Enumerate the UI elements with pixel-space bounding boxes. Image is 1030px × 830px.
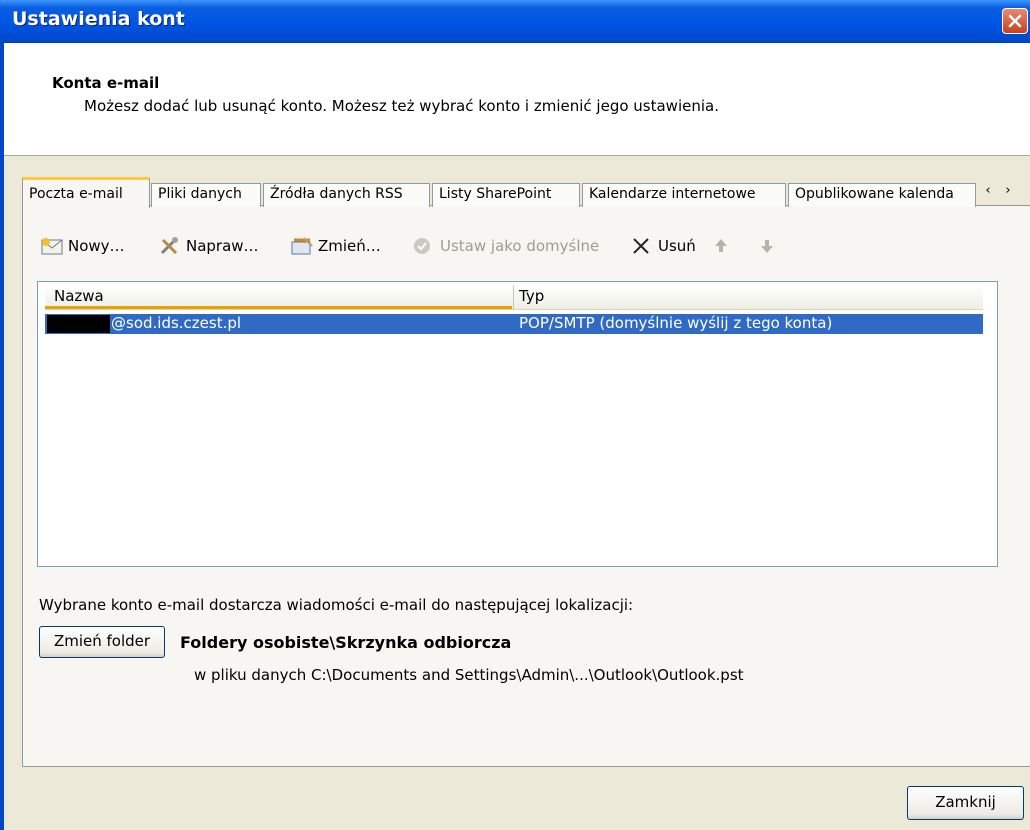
chevron-left-icon[interactable]: ‹	[978, 183, 998, 198]
tab-published-calendars[interactable]: Opublikowane kalenda	[788, 183, 976, 207]
tab-scroll-buttons: ‹ ›	[978, 183, 1024, 203]
tab-sharepoint-lists[interactable]: Listy SharePoint	[432, 183, 580, 207]
tab-rss-feeds[interactable]: Źródła danych RSS	[263, 183, 430, 207]
chevron-right-icon[interactable]: ›	[998, 183, 1018, 198]
change-account-icon	[291, 237, 313, 255]
column-header-name[interactable]: Nazwa	[45, 285, 512, 309]
header-panel: Konta e-mail Możesz dodać lub usunąć kon…	[4, 43, 1030, 156]
column-header-type[interactable]: Typ	[513, 285, 983, 309]
repair-label: Napraw…	[186, 237, 259, 255]
close-icon	[1008, 14, 1022, 28]
redacted-name	[47, 315, 110, 333]
window-title: Ustawienia kont	[12, 8, 185, 30]
close-button[interactable]: Zamknij	[907, 786, 1024, 820]
delivery-folder: Foldery osobiste\Skrzynka odbiorcza	[180, 633, 512, 652]
list-header: Nazwa Typ	[45, 285, 983, 310]
checkmark-icon	[414, 238, 430, 254]
tab-strip: Poczta e-mail Pliki danych Źródła danych…	[22, 177, 1030, 208]
new-label: Nowy…	[68, 237, 125, 255]
title-bar: Ustawienia kont	[0, 0, 1030, 43]
delivery-location-label: Wybrane konto e-mail dostarcza wiadomośc…	[39, 596, 634, 614]
set-default-label: Ustaw jako domyślne	[440, 237, 600, 255]
window-frame	[0, 42, 4, 830]
page-subtitle: Możesz dodać lub usunąć konto. Możesz te…	[84, 97, 719, 115]
change-button[interactable]: Zmień…	[290, 232, 402, 260]
move-up-button[interactable]	[712, 232, 734, 260]
delete-x-icon	[633, 238, 649, 254]
new-button[interactable]: Nowy…	[40, 232, 140, 260]
change-folder-button[interactable]: Zmień folder	[39, 626, 165, 658]
repair-button[interactable]: Napraw…	[158, 232, 276, 260]
account-type: POP/SMTP (domyślnie wyślij z tego konta)	[519, 314, 833, 332]
tab-internet-calendars[interactable]: Kalendarze internetowe	[582, 183, 786, 207]
arrow-down-icon	[761, 240, 773, 253]
set-default-button[interactable]: Ustaw jako domyślne	[412, 232, 622, 260]
account-list[interactable]: Nazwa Typ @sod.ids.czest.pl POP/SMTP (do…	[37, 281, 998, 567]
tab-data-files[interactable]: Pliki danych	[151, 183, 261, 207]
remove-button[interactable]: Usuń	[630, 232, 700, 260]
data-file-path: w pliku danych C:\Documents and Settings…	[194, 666, 744, 684]
table-row[interactable]: @sod.ids.czest.pl POP/SMTP (domyślnie wy…	[45, 314, 983, 334]
tab-email[interactable]: Poczta e-mail	[22, 177, 150, 208]
arrow-up-icon	[715, 239, 727, 252]
move-down-button[interactable]	[758, 232, 780, 260]
change-label: Zmień…	[318, 237, 381, 255]
tools-icon	[160, 237, 178, 255]
page-title: Konta e-mail	[52, 74, 160, 92]
remove-label: Usuń	[658, 237, 696, 255]
close-window-button[interactable]	[1002, 8, 1028, 34]
new-mail-icon	[41, 238, 63, 255]
toolbar: Nowy… Napraw… Zmień… Ustaw jako domyślne…	[40, 232, 1000, 262]
account-name: @sod.ids.czest.pl	[111, 314, 242, 332]
